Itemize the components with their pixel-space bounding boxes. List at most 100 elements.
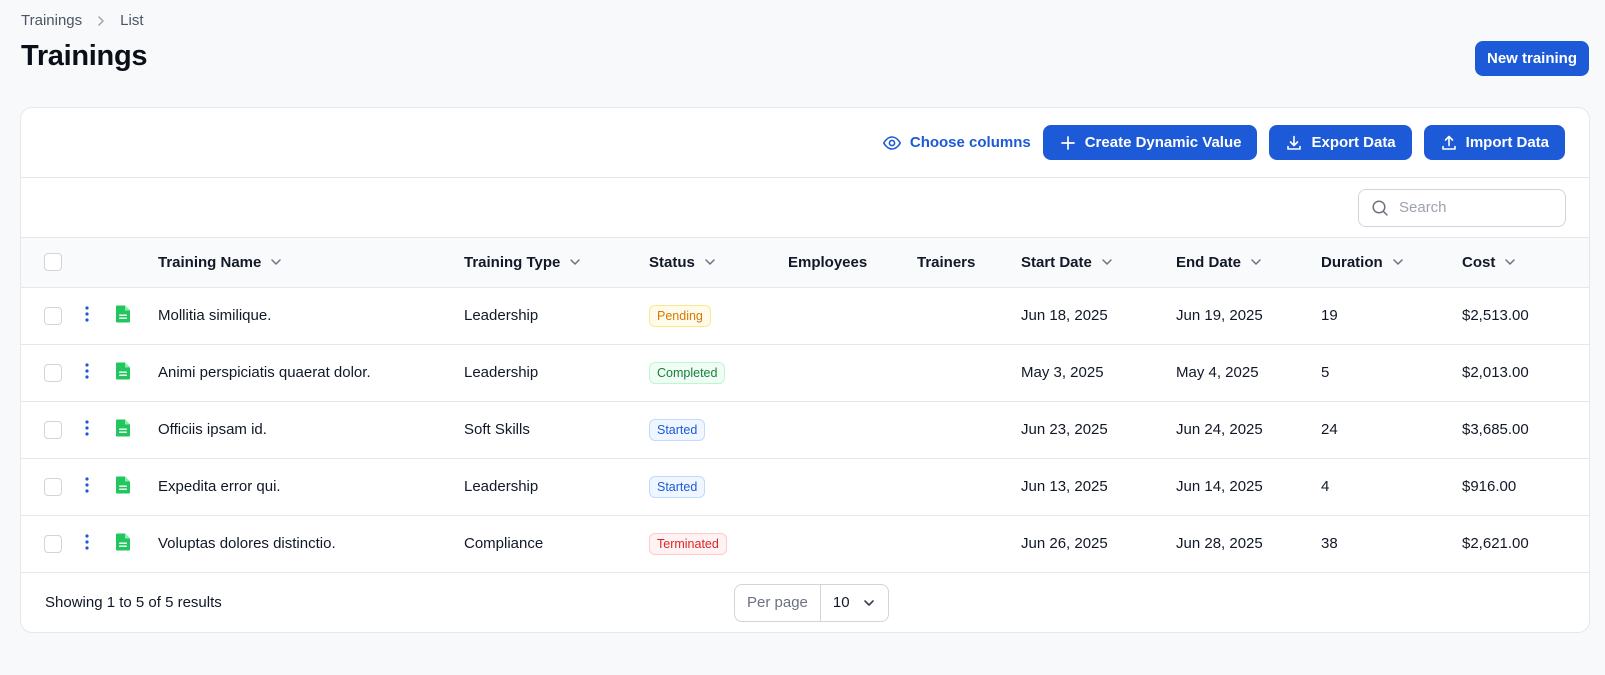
column-header-cost[interactable]: Cost: [1462, 254, 1517, 271]
employees-cell: [788, 344, 917, 401]
more-vertical-icon[interactable]: [84, 305, 90, 323]
chevron-down-icon: [1100, 255, 1114, 269]
start-date-cell: Jun 23, 2025: [1021, 421, 1108, 438]
employees-cell: [788, 458, 917, 515]
results-summary: Showing 1 to 5 of 5 results: [45, 594, 222, 611]
document-icon[interactable]: [115, 533, 131, 551]
per-page-value: 10: [832, 594, 850, 611]
cost-cell: $2,513.00: [1462, 307, 1529, 324]
trainers-cell: [917, 515, 1021, 572]
column-header-start-date[interactable]: Start Date: [1021, 254, 1114, 271]
document-icon[interactable]: [115, 476, 131, 494]
plus-icon: [1059, 134, 1077, 152]
end-date-cell: Jun 14, 2025: [1176, 478, 1263, 495]
column-header-employees: Employees: [788, 253, 868, 271]
create-dynamic-value-button[interactable]: Create Dynamic Value: [1042, 125, 1258, 160]
cost-cell: $2,621.00: [1462, 535, 1529, 552]
duration-cell: 24: [1321, 421, 1338, 438]
per-page-select[interactable]: 10: [821, 585, 888, 621]
chevron-right-icon: [94, 14, 108, 28]
new-training-button[interactable]: New training: [1474, 41, 1589, 76]
training-name-cell[interactable]: Mollitia similique.: [158, 287, 464, 344]
row-checkbox[interactable]: [44, 534, 62, 553]
cost-cell: $916.00: [1462, 478, 1517, 495]
trainings-table: Training Name Training Type Status Emplo…: [21, 238, 1589, 573]
start-date-cell: May 3, 2025: [1021, 364, 1104, 381]
breadcrumb-item-list: List: [120, 12, 144, 29]
search-icon: [1371, 199, 1389, 217]
select-all-checkbox[interactable]: [44, 253, 62, 272]
search-input[interactable]: [1399, 199, 1549, 216]
search-box: [1358, 188, 1566, 227]
export-data-label: Export Data: [1311, 134, 1396, 151]
table-row[interactable]: Officiis ipsam id. Soft Skills Started J…: [21, 401, 1589, 458]
table-row[interactable]: Mollitia similique. Leadership Pending J…: [21, 287, 1589, 344]
trainers-cell: [917, 401, 1021, 458]
breadcrumb: Trainings List: [21, 12, 143, 29]
training-type-cell: Compliance: [464, 535, 544, 552]
row-checkbox[interactable]: [44, 420, 62, 439]
breadcrumb-item-trainings[interactable]: Trainings: [21, 12, 82, 29]
row-checkbox[interactable]: [44, 363, 62, 382]
column-header-duration[interactable]: Duration: [1321, 254, 1405, 271]
start-date-cell: Jun 26, 2025: [1021, 535, 1108, 552]
start-date-cell: Jun 18, 2025: [1021, 307, 1108, 324]
download-icon: [1285, 134, 1303, 152]
more-vertical-icon[interactable]: [84, 362, 90, 380]
table-row[interactable]: Animi perspiciatis quaerat dolor. Leader…: [21, 344, 1589, 401]
export-data-button[interactable]: Export Data: [1269, 125, 1412, 160]
column-header-end-date[interactable]: End Date: [1176, 254, 1263, 271]
employees-cell: [788, 515, 917, 572]
import-data-button[interactable]: Import Data: [1423, 125, 1565, 160]
trainers-cell: [917, 458, 1021, 515]
table-row[interactable]: Voluptas dolores distinctio. Compliance …: [21, 515, 1589, 572]
more-vertical-icon[interactable]: [84, 419, 90, 437]
column-header-label: Training Type: [464, 253, 561, 271]
document-icon[interactable]: [115, 305, 131, 323]
choose-columns-button[interactable]: Choose columns: [882, 133, 1031, 153]
more-vertical-icon[interactable]: [84, 533, 90, 551]
status-badge: Terminated: [649, 532, 727, 555]
status-badge: Started: [649, 475, 706, 498]
end-date-cell: Jun 24, 2025: [1176, 421, 1263, 438]
document-icon[interactable]: [115, 419, 131, 437]
trainers-cell: [917, 287, 1021, 344]
import-data-label: Import Data: [1465, 134, 1549, 151]
column-header-label: Duration: [1321, 253, 1383, 271]
training-type-cell: Soft Skills: [464, 421, 530, 438]
trainings-table-card: Choose columns Create Dynamic Value Expo…: [20, 107, 1590, 633]
more-vertical-icon[interactable]: [84, 476, 90, 494]
column-header-label: Status: [649, 253, 695, 271]
training-name-cell[interactable]: Voluptas dolores distinctio.: [158, 515, 464, 572]
status-badge: Pending: [649, 304, 711, 327]
training-name-cell[interactable]: Animi perspiciatis quaerat dolor.: [158, 344, 464, 401]
training-name-cell[interactable]: Expedita error qui.: [158, 458, 464, 515]
end-date-cell: Jun 19, 2025: [1176, 307, 1263, 324]
cost-cell: $2,013.00: [1462, 364, 1529, 381]
table-header-row: Training Name Training Type Status Emplo…: [21, 238, 1589, 287]
status-badge: Started: [649, 418, 706, 441]
duration-cell: 4: [1321, 478, 1330, 495]
end-date-cell: Jun 28, 2025: [1176, 535, 1263, 552]
column-header-training-type[interactable]: Training Type: [464, 254, 582, 271]
cost-cell: $3,685.00: [1462, 421, 1529, 438]
column-header-label: End Date: [1176, 253, 1242, 271]
training-name-cell[interactable]: Officiis ipsam id.: [158, 401, 464, 458]
page-title: Trainings: [21, 40, 148, 72]
column-header-training-name[interactable]: Training Name: [158, 254, 283, 271]
per-page-label: Per page: [735, 584, 821, 621]
trainers-cell: [917, 344, 1021, 401]
training-type-cell: Leadership: [464, 307, 539, 324]
column-header-status[interactable]: Status: [649, 254, 717, 271]
row-checkbox[interactable]: [44, 477, 62, 496]
status-badge: Completed: [649, 361, 726, 384]
column-header-label: Cost: [1462, 253, 1496, 271]
row-checkbox[interactable]: [44, 306, 62, 325]
duration-cell: 38: [1321, 535, 1338, 552]
table-row[interactable]: Expedita error qui. Leadership Started J…: [21, 458, 1589, 515]
chevron-down-icon: [1391, 255, 1405, 269]
chevron-down-icon: [1503, 255, 1517, 269]
document-icon[interactable]: [115, 362, 131, 380]
start-date-cell: Jun 13, 2025: [1021, 478, 1108, 495]
chevron-down-icon: [862, 596, 876, 610]
